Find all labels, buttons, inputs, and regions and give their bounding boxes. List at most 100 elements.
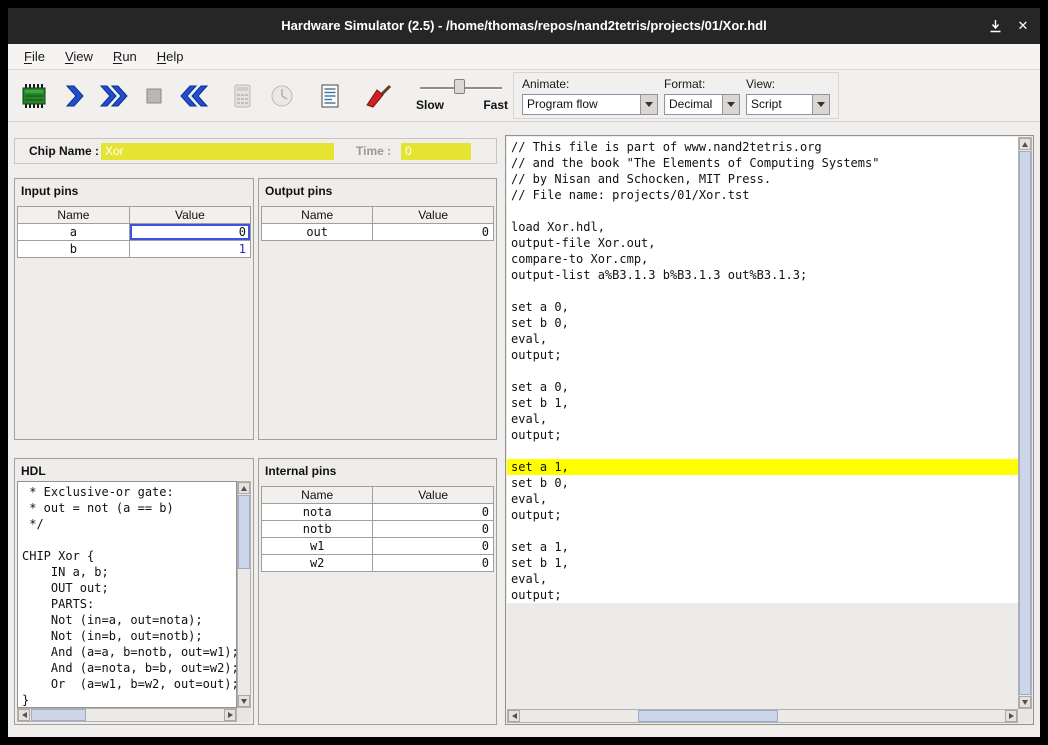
script-line: output; — [507, 347, 1018, 363]
script-line — [507, 203, 1018, 219]
menu-run-label: un — [122, 49, 136, 64]
download-button[interactable] — [982, 8, 1008, 44]
load-chip-button[interactable] — [14, 74, 54, 118]
menu-view[interactable]: View — [55, 44, 103, 69]
pin-name-cell[interactable]: nota — [262, 504, 373, 521]
hdl-vertical-scrollbar[interactable] — [237, 481, 251, 708]
output-pins-panel: Output pins Name Value out 0 — [258, 178, 497, 440]
pin-value-cell[interactable]: 0 — [373, 504, 494, 521]
pin-name-cell[interactable]: out — [262, 224, 373, 241]
menu-file[interactable]: File — [14, 44, 55, 69]
chevron-down-icon[interactable] — [722, 95, 739, 114]
hdl-line: CHIP Xor { — [18, 548, 236, 564]
menu-help[interactable]: Help — [147, 44, 194, 69]
column-header-name: Name — [262, 487, 373, 504]
hdl-line: PARTS: — [18, 596, 236, 612]
pin-value-cell[interactable]: 0 — [373, 555, 494, 572]
run-button[interactable] — [94, 74, 134, 118]
scroll-left-button[interactable] — [508, 710, 520, 722]
rewind-icon — [178, 82, 210, 110]
script-document-icon — [315, 82, 345, 110]
view-select[interactable]: Script — [746, 94, 830, 115]
clock-button[interactable] — [262, 74, 302, 118]
scroll-left-button[interactable] — [18, 709, 30, 721]
hdl-line: * out = not (a == b) — [18, 500, 236, 516]
script-line: // This file is part of www.nand2tetris.… — [507, 139, 1018, 155]
hdl-code-view[interactable]: * Exclusive-or gate: * out = not (a == b… — [17, 481, 237, 708]
script-line: output; — [507, 507, 1018, 523]
script-view[interactable]: // This file is part of www.nand2tetris.… — [507, 137, 1018, 709]
chip-name-field[interactable]: Xor — [101, 143, 334, 160]
scroll-up-button[interactable] — [238, 482, 250, 494]
menu-help-mnemonic: H — [157, 49, 166, 64]
pin-name-cell[interactable]: w2 — [262, 555, 373, 572]
script-panel: // This file is part of www.nand2tetris.… — [505, 135, 1034, 725]
table-row: a 0 — [18, 224, 251, 241]
pin-value-cell[interactable]: 0 — [129, 224, 250, 241]
format-label: Format: — [664, 77, 740, 91]
script-line: set a 0, — [507, 299, 1018, 315]
script-horizontal-scrollbar[interactable] — [507, 709, 1018, 723]
scroll-down-button[interactable] — [1019, 696, 1031, 708]
scrollbar-thumb[interactable] — [1019, 151, 1031, 695]
menubar: File View Run Help — [8, 44, 1040, 70]
hdl-horizontal-scrollbar[interactable] — [17, 708, 237, 722]
pin-name-cell[interactable]: w1 — [262, 538, 373, 555]
pin-name-cell[interactable]: notb — [262, 521, 373, 538]
column-header-name: Name — [18, 207, 130, 224]
script-rows: // This file is part of www.nand2tetris.… — [507, 137, 1018, 603]
script-line-current: set a 1, — [507, 459, 1018, 475]
calculator-icon — [227, 82, 257, 110]
download-icon — [989, 19, 1002, 33]
script-line: output-list a%B3.1.3 b%B3.1.3 out%B3.1.3… — [507, 267, 1018, 283]
close-button[interactable]: ✕ — [1010, 8, 1036, 44]
input-pins-title: Input pins — [15, 179, 253, 200]
script-line: // by Nisan and Schocken, MIT Press. — [507, 171, 1018, 187]
script-line: // File name: projects/01/Xor.tst — [507, 187, 1018, 203]
script-line: set a 1, — [507, 539, 1018, 555]
pin-value-cell[interactable]: 0 — [373, 538, 494, 555]
script-line — [507, 523, 1018, 539]
pin-name-cell[interactable]: a — [18, 224, 130, 241]
scroll-right-button[interactable] — [1005, 710, 1017, 722]
scroll-right-button[interactable] — [224, 709, 236, 721]
breakpoints-button[interactable] — [358, 74, 398, 118]
pin-name-cell[interactable]: b — [18, 241, 130, 258]
scrollbar-thumb[interactable] — [31, 709, 86, 721]
scrollbar-thumb[interactable] — [638, 710, 778, 722]
script-line: load Xor.hdl, — [507, 219, 1018, 235]
script-line: compare-to Xor.cmp, — [507, 251, 1018, 267]
titlebar: Hardware Simulator (2.5) - /home/thomas/… — [8, 8, 1040, 44]
script-line: set a 0, — [507, 379, 1018, 395]
script-line: output; — [507, 587, 1018, 603]
menu-run[interactable]: Run — [103, 44, 147, 69]
pin-value-cell[interactable]: 0 — [373, 224, 494, 241]
scroll-up-button[interactable] — [1019, 138, 1031, 150]
scrollbar-thumb[interactable] — [238, 495, 250, 569]
hdl-line: And (a=a, b=notb, out=w1); — [18, 644, 236, 660]
animate-select[interactable]: Program flow — [522, 94, 658, 115]
speed-slider[interactable]: Slow Fast — [416, 76, 508, 118]
chevron-down-icon[interactable] — [812, 95, 829, 114]
calculator-button[interactable] — [222, 74, 262, 118]
hdl-panel: HDL * Exclusive-or gate: * out = not (a … — [14, 458, 254, 725]
hdl-line: IN a, b; — [18, 564, 236, 580]
slider-thumb[interactable] — [454, 79, 465, 94]
rewind-button[interactable] — [174, 74, 214, 118]
script-button[interactable] — [310, 74, 350, 118]
hdl-line: And (a=nota, b=b, out=w2); — [18, 660, 236, 676]
combo-group: Animate: Program flow Format: Decimal Vi… — [513, 72, 839, 119]
script-vertical-scrollbar[interactable] — [1018, 137, 1032, 709]
single-step-button[interactable] — [54, 74, 94, 118]
script-line: eval, — [507, 411, 1018, 427]
stop-button[interactable] — [134, 74, 174, 118]
column-header-value: Value — [129, 207, 250, 224]
script-line: // and the book "The Elements of Computi… — [507, 155, 1018, 171]
format-select[interactable]: Decimal — [664, 94, 740, 115]
scroll-down-button[interactable] — [238, 695, 250, 707]
hdl-line: */ — [18, 516, 236, 532]
pin-value-cell[interactable]: 1 — [129, 241, 250, 258]
animate-value: Program flow — [523, 95, 640, 114]
pin-value-cell[interactable]: 0 — [373, 521, 494, 538]
chevron-down-icon[interactable] — [640, 95, 657, 114]
